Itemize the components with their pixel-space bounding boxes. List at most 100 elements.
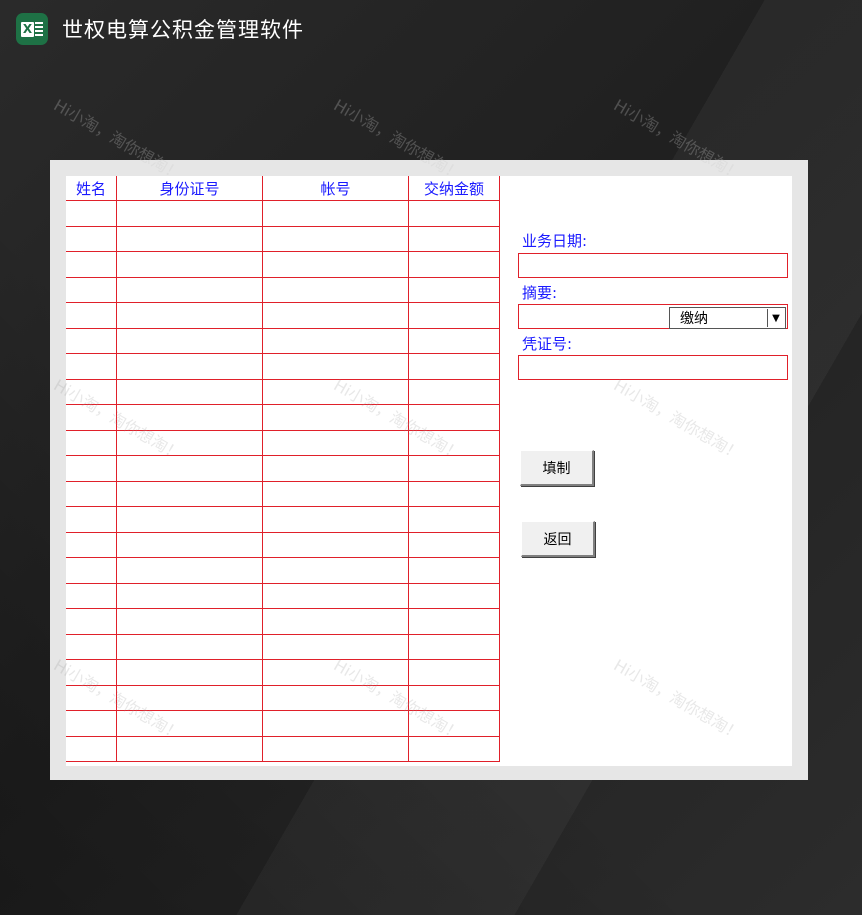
amount-cell[interactable] (408, 634, 500, 660)
id-number-cell[interactable] (116, 430, 263, 456)
account-cell[interactable] (262, 277, 409, 303)
name-cell[interactable] (66, 736, 117, 762)
account-cell[interactable] (262, 302, 409, 329)
business-date-label: 业务日期: (522, 232, 588, 250)
amount-cell[interactable] (408, 710, 500, 737)
back-button[interactable]: 返回 (521, 521, 595, 557)
account-cell[interactable] (262, 251, 409, 278)
id-number-cell[interactable] (116, 328, 263, 354)
id-number-cell[interactable] (116, 404, 263, 431)
name-cell[interactable] (66, 557, 117, 584)
name-cell[interactable] (66, 251, 117, 278)
name-cell[interactable] (66, 506, 117, 533)
header-id-number: 身份证号 (116, 176, 263, 201)
amount-cell[interactable] (408, 532, 500, 558)
name-cell[interactable] (66, 277, 117, 303)
name-cell[interactable] (66, 583, 117, 609)
account-cell[interactable] (262, 200, 409, 227)
name-cell[interactable] (66, 226, 117, 252)
name-cell[interactable] (66, 200, 117, 227)
amount-cell[interactable] (408, 481, 500, 507)
account-cell[interactable] (262, 379, 409, 405)
chevron-down-icon[interactable]: ▼ (767, 309, 784, 327)
name-cell[interactable] (66, 608, 117, 635)
amount-cell[interactable] (408, 506, 500, 533)
name-cell[interactable] (66, 710, 117, 737)
account-cell[interactable] (262, 506, 409, 533)
amount-cell[interactable] (408, 200, 500, 227)
amount-cell[interactable] (408, 353, 500, 380)
account-cell[interactable] (262, 430, 409, 456)
name-cell[interactable] (66, 404, 117, 431)
account-cell[interactable] (262, 532, 409, 558)
name-cell[interactable] (66, 328, 117, 354)
summary-select[interactable]: 缴纳 ▼ (669, 307, 786, 329)
account-cell[interactable] (262, 710, 409, 737)
id-number-cell[interactable] (116, 251, 263, 278)
amount-cell[interactable] (408, 277, 500, 303)
id-number-cell[interactable] (116, 608, 263, 635)
id-number-cell[interactable] (116, 200, 263, 227)
voucher-field[interactable] (518, 355, 788, 380)
id-number-cell[interactable] (116, 481, 263, 507)
name-cell[interactable] (66, 379, 117, 405)
account-cell[interactable] (262, 583, 409, 609)
header-name: 姓名 (66, 176, 117, 201)
id-number-cell[interactable] (116, 379, 263, 405)
amount-cell[interactable] (408, 455, 500, 482)
table-row (66, 430, 500, 456)
id-number-cell[interactable] (116, 634, 263, 660)
account-cell[interactable] (262, 328, 409, 354)
business-date-field[interactable] (518, 253, 788, 278)
account-cell[interactable] (262, 557, 409, 584)
id-number-cell[interactable] (116, 710, 263, 737)
name-cell[interactable] (66, 659, 117, 686)
id-number-cell[interactable] (116, 455, 263, 482)
amount-cell[interactable] (408, 685, 500, 711)
account-cell[interactable] (262, 608, 409, 635)
name-cell[interactable] (66, 634, 117, 660)
id-number-cell[interactable] (116, 583, 263, 609)
id-number-cell[interactable] (116, 736, 263, 762)
amount-cell[interactable] (408, 226, 500, 252)
account-cell[interactable] (262, 685, 409, 711)
amount-cell[interactable] (408, 557, 500, 584)
amount-cell[interactable] (408, 659, 500, 686)
name-cell[interactable] (66, 532, 117, 558)
id-number-cell[interactable] (116, 685, 263, 711)
id-number-cell[interactable] (116, 302, 263, 329)
id-number-cell[interactable] (116, 532, 263, 558)
amount-cell[interactable] (408, 404, 500, 431)
account-cell[interactable] (262, 455, 409, 482)
amount-cell[interactable] (408, 302, 500, 329)
excel-icon: X (16, 13, 48, 45)
amount-cell[interactable] (408, 736, 500, 762)
name-cell[interactable] (66, 353, 117, 380)
id-number-cell[interactable] (116, 353, 263, 380)
name-cell[interactable] (66, 302, 117, 329)
name-cell[interactable] (66, 430, 117, 456)
account-cell[interactable] (262, 353, 409, 380)
id-number-cell[interactable] (116, 659, 263, 686)
amount-cell[interactable] (408, 583, 500, 609)
account-cell[interactable] (262, 659, 409, 686)
id-number-cell[interactable] (116, 226, 263, 252)
id-number-cell[interactable] (116, 506, 263, 533)
id-number-cell[interactable] (116, 277, 263, 303)
amount-cell[interactable] (408, 608, 500, 635)
name-cell[interactable] (66, 685, 117, 711)
app-title: 世权电算公积金管理软件 (62, 18, 304, 42)
account-cell[interactable] (262, 736, 409, 762)
account-cell[interactable] (262, 404, 409, 431)
id-number-cell[interactable] (116, 557, 263, 584)
amount-cell[interactable] (408, 328, 500, 354)
account-cell[interactable] (262, 634, 409, 660)
fill-button[interactable]: 填制 (520, 450, 594, 486)
name-cell[interactable] (66, 455, 117, 482)
account-cell[interactable] (262, 481, 409, 507)
amount-cell[interactable] (408, 251, 500, 278)
amount-cell[interactable] (408, 430, 500, 456)
amount-cell[interactable] (408, 379, 500, 405)
account-cell[interactable] (262, 226, 409, 252)
name-cell[interactable] (66, 481, 117, 507)
